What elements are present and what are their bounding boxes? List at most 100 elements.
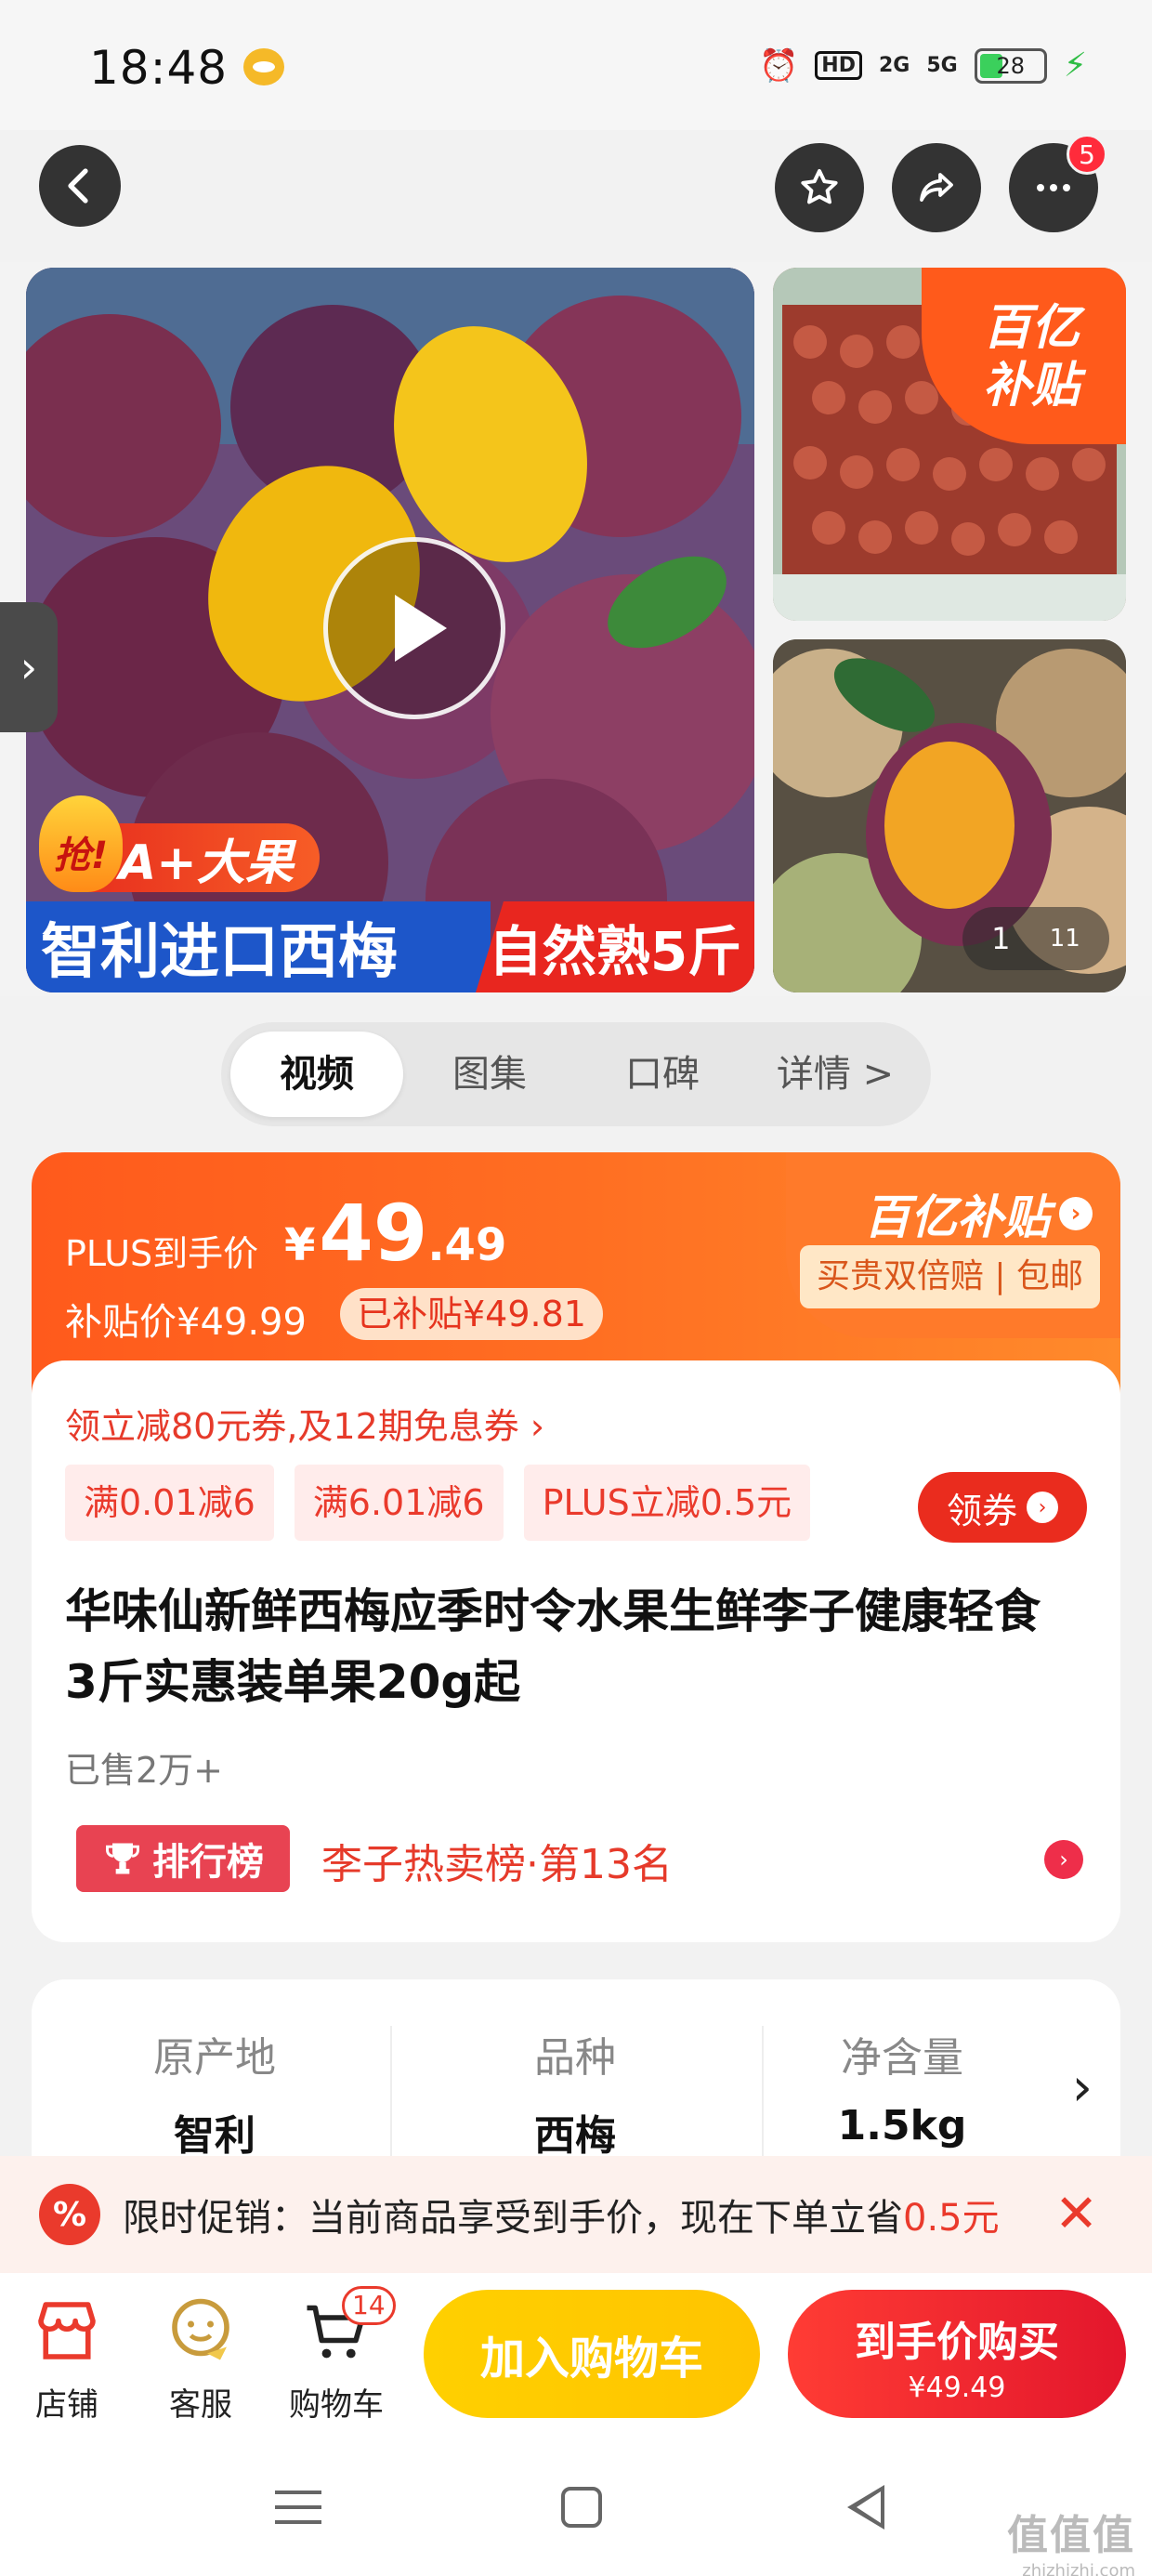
promo-text: 限时促销：当前商品享受到手价，现在下单立省0.5元: [123, 2188, 1000, 2241]
subsidy-amount-chip: 已补贴¥49.81: [340, 1288, 603, 1340]
tab-details[interactable]: 详情 >: [749, 1032, 922, 1117]
status-bar: 18:48 ⏰ HD 2G 5G 28 ⚡: [0, 0, 1152, 130]
store-button[interactable]: 店铺: [11, 2292, 123, 2425]
customer-service-icon: [172, 2298, 229, 2360]
gallery-expand-button[interactable]: ›: [0, 602, 58, 732]
store-label: 店铺: [35, 2386, 98, 2424]
promo-saving: 0.5元: [903, 2197, 1000, 2240]
watermark: 值值值 zhizhizhi.com: [1007, 2502, 1135, 2576]
battery-icon: 28: [974, 47, 1047, 84]
signal-2g-icon: 2G: [878, 54, 910, 77]
spec-value: 西梅: [534, 2112, 616, 2160]
more-dots-icon: [1037, 184, 1070, 191]
spec-value: 智利: [174, 2112, 255, 2160]
subsidy-brand-area[interactable]: 百亿补贴 › 买贵双倍赔 | 包邮: [786, 1152, 1120, 1338]
ranking-badge[interactable]: 排行榜: [76, 1825, 290, 1892]
promo-tag: 抢! A+大果: [39, 795, 320, 892]
buy-button-label: 到手价购买: [855, 2319, 1059, 2366]
subsidy-badge-line2: 补贴: [983, 358, 1080, 414]
sold-count: 已售2万+: [65, 1750, 224, 1791]
cart-label: 购物车: [289, 2386, 384, 2424]
chevron-right-icon[interactable]: ›: [1044, 1840, 1083, 1879]
price-header: 百亿补贴 › 买贵双倍赔 | 包邮 PLUS到手价 ¥ 49 .49 补贴价¥4…: [32, 1152, 1120, 1396]
customer-service-button[interactable]: 客服: [145, 2292, 256, 2425]
status-time: 18:48: [89, 41, 229, 95]
chevron-right-icon: ›: [1027, 1492, 1058, 1523]
app-notification-icon: [243, 48, 284, 85]
price-card: 百亿补贴 › 买贵双倍赔 | 包邮 PLUS到手价 ¥ 49 .49 补贴价¥4…: [32, 1152, 1120, 1942]
spec-origin: 原产地 智利: [32, 1979, 398, 2165]
battery-percent: 28: [996, 52, 1025, 79]
price-body: 领立减80元券,及12期免息券 › 满0.01减6 满6.01减6 PLUS立减…: [32, 1360, 1120, 1942]
main-product-video[interactable]: 抢! A+大果 智利进口西梅 自然熟5斤: [26, 268, 754, 992]
flame-badge: 抢!: [39, 795, 123, 892]
image-gallery: 抢! A+大果 智利进口西梅 自然熟5斤 › 百亿 补贴 1 11: [0, 262, 1152, 996]
subsidy-guarantee: 买贵双倍赔 | 包邮: [799, 1245, 1100, 1308]
promo-tag-label: A+大果: [119, 835, 294, 891]
alarm-icon: ⏰: [758, 46, 799, 85]
gallery-thumbnail-1[interactable]: 百亿 补贴: [773, 268, 1126, 621]
system-back-button[interactable]: [847, 2485, 884, 2530]
add-to-cart-button[interactable]: 加入购物车: [424, 2290, 760, 2418]
gallery-thumbnail-2[interactable]: 1 11: [773, 639, 1126, 992]
share-button[interactable]: [892, 143, 981, 232]
media-tabs: 视频 图集 口碑 详情 >: [221, 1022, 931, 1126]
share-icon: [920, 173, 953, 202]
coupon-chips: 满0.01减6 满6.01减6 PLUS立减0.5元: [65, 1465, 811, 1541]
buy-now-button[interactable]: 到手价购买 ¥49.49: [788, 2290, 1126, 2418]
spec-key: 原产地: [153, 2034, 276, 2082]
coupon-chip[interactable]: 满0.01减6: [65, 1465, 274, 1541]
spec-card: 原产地 智利 品种 西梅 净含量 1.5kg ›: [32, 1979, 1120, 2165]
banner-origin: 智利进口西梅: [26, 901, 491, 992]
tab-reviews[interactable]: 口碑: [576, 1032, 749, 1117]
subsidy-brand-logo: 百亿补贴 ›: [864, 1180, 1093, 1247]
subsidy-brand-text: 百亿补贴: [864, 1190, 1050, 1244]
spec-value: 1.5kg: [837, 2102, 967, 2149]
favorite-button[interactable]: [775, 143, 864, 232]
price-integer: 49: [319, 1188, 428, 1279]
image-counter-total: 11: [1049, 925, 1080, 953]
coupon-chip[interactable]: PLUS立减0.5元: [523, 1465, 811, 1541]
tab-gallery[interactable]: 图集: [403, 1032, 576, 1117]
play-video-button[interactable]: [323, 537, 505, 719]
close-icon[interactable]: ✕: [1054, 2184, 1098, 2244]
spec-key: 品种: [534, 2034, 616, 2082]
spec-variety: 品种 西梅: [392, 1979, 758, 2165]
chevron-right-icon[interactable]: ›: [1072, 2057, 1093, 2118]
spec-weight: 净含量 1.5kg: [719, 1979, 1085, 2165]
chevron-left-icon: [68, 168, 88, 204]
charging-icon: ⚡: [1063, 46, 1087, 85]
coupon-chip[interactable]: 满6.01减6: [294, 1465, 504, 1541]
system-navigation-bar: 值值值 zhizhizhi.com: [0, 2440, 1152, 2576]
plus-price: ¥ 49 .49: [284, 1188, 506, 1279]
limited-promo-bar: % 限时促销：当前商品享受到手价，现在下单立省0.5元 ✕: [0, 2156, 1152, 2273]
tab-video[interactable]: 视频: [230, 1032, 403, 1117]
get-coupon-button[interactable]: 领券 ›: [918, 1472, 1087, 1543]
plus-price-label: PLUS到手价: [65, 1233, 259, 1274]
trophy-icon: [106, 1843, 139, 1874]
more-button[interactable]: 5: [1009, 134, 1107, 232]
signal-5g-icon: 5G: [926, 54, 958, 77]
cart-button[interactable]: 14 购物车: [281, 2286, 396, 2425]
recent-apps-button[interactable]: [275, 2491, 321, 2535]
subsidy-price: 补贴价¥49.99: [65, 1301, 307, 1344]
bottom-action-bar: 店铺 客服 14 购物车 加入购物车 到手价购买 ¥49.49: [0, 2273, 1152, 2440]
discount-icon: %: [39, 2184, 100, 2245]
hd-call-icon: HD: [815, 51, 862, 80]
spec-key: 净含量: [841, 2034, 963, 2082]
product-detail-page: 18:48 ⏰ HD 2G 5G 28 ⚡ 5 抢! A+大果 智利进口西梅 自…: [0, 0, 1152, 2576]
star-icon: [801, 169, 838, 204]
subsidy-badge-line1: 百亿: [983, 300, 1080, 356]
watermark-url: zhizhizhi.com: [1022, 2561, 1135, 2576]
banner-weight: 自然熟5斤: [476, 901, 754, 992]
ranking-badge-label: 排行榜: [152, 1841, 264, 1884]
ranking-text[interactable]: 李子热卖榜·第13名: [321, 1831, 673, 1890]
promo-message: 限时促销：当前商品享受到手价，现在下单立省: [123, 2197, 903, 2240]
coupon-summary-link[interactable]: 领立减80元券,及12期免息券 ›: [65, 1398, 544, 1449]
back-button[interactable]: [39, 145, 121, 227]
cart-count-badge: 14: [342, 2286, 396, 2325]
watermark-logo: 值值值: [1007, 2512, 1135, 2559]
price-currency: ¥: [284, 1219, 316, 1271]
get-coupon-label: 领券: [946, 1490, 1017, 1531]
home-button[interactable]: [561, 2487, 602, 2528]
